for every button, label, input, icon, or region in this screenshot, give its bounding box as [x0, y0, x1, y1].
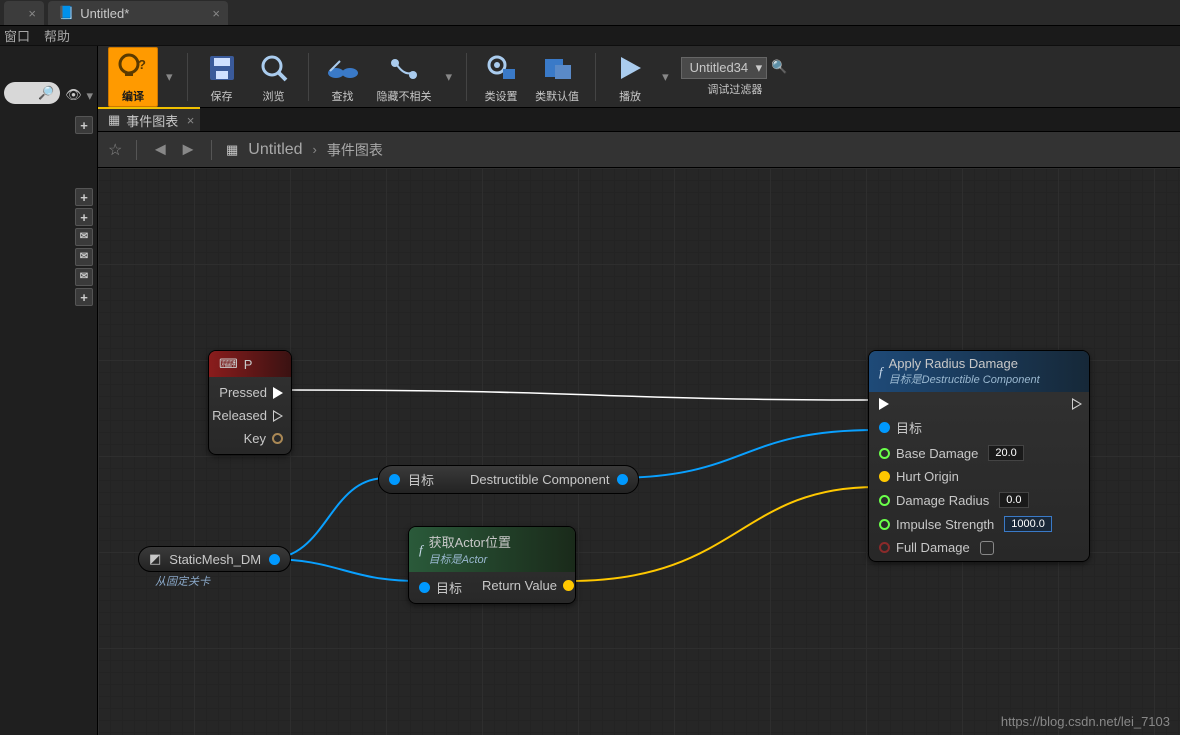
nav-forward-button[interactable]: ► [179, 139, 197, 160]
menu-window[interactable]: 窗口 [4, 26, 30, 45]
play-dropdown[interactable]: ▾ [658, 69, 673, 85]
keyboard-icon: ⌨ [219, 356, 238, 372]
node-variable-ref[interactable]: ◩ StaticMesh_DM 从固定关卡 [138, 546, 291, 572]
graph-icon: ▦ [108, 112, 120, 128]
mail-button[interactable]: ✉ [75, 268, 93, 286]
pin-output[interactable] [269, 554, 280, 565]
favorite-icon[interactable]: ☆ [108, 140, 122, 160]
add-button[interactable]: + [75, 208, 93, 226]
book-icon: 📘 [58, 5, 74, 21]
node-destructible-component[interactable]: 目标 Destructible Component [378, 465, 639, 494]
breadcrumb-current[interactable]: 事件图表 [327, 140, 383, 160]
pin-target[interactable]: 目标 [419, 578, 462, 597]
pin-hurt-origin[interactable]: Hurt Origin [879, 469, 1052, 484]
function-icon: f [879, 364, 883, 380]
compile-dropdown[interactable]: ▾ [162, 69, 177, 85]
add-button[interactable]: + [75, 188, 93, 206]
node-apply-radius-damage[interactable]: f Apply Radius Damage 目标是Destructible Co… [868, 350, 1090, 562]
pin-target[interactable]: 目标 [879, 418, 1052, 437]
component-icon: ◩ [149, 551, 161, 567]
close-icon[interactable]: × [212, 6, 220, 21]
pin-impulse-strength[interactable]: Impulse Strength1000.0 [879, 516, 1052, 532]
find-button[interactable]: 查找 [319, 48, 367, 106]
function-icon: f [419, 542, 423, 558]
event-graph-canvas[interactable]: ⌨P Pressed Released Key ◩ StaticMesh_DM … [98, 168, 1180, 735]
pin-base-damage[interactable]: Base Damage20.0 [879, 445, 1052, 461]
debug-filter-select[interactable]: Untitled34 [681, 57, 768, 79]
svg-text:?: ? [138, 57, 146, 72]
mail-button[interactable]: ✉ [75, 228, 93, 246]
play-button[interactable]: 播放 [606, 48, 654, 106]
browse-button[interactable]: 浏览 [250, 48, 298, 106]
watermark: https://blog.csdn.net/lei_7103 [1001, 714, 1170, 729]
pin-damage-radius[interactable]: Damage Radius0.0 [879, 492, 1052, 508]
pin-exec-in[interactable] [879, 398, 1052, 410]
visibility-button[interactable]: 👁 [64, 86, 82, 104]
chevron-down-icon[interactable]: ▾ [86, 88, 93, 104]
pin-released[interactable]: Released [212, 408, 283, 423]
hide-dropdown[interactable]: ▾ [442, 69, 457, 85]
pin-target[interactable] [389, 474, 400, 485]
document-tab[interactable]: 📘 Untitled* × [48, 1, 228, 25]
breadcrumb-bar: ☆ ◄ ► ▦ Untitled › 事件图表 [98, 132, 1180, 168]
add-button[interactable]: + [75, 116, 93, 134]
main-tab[interactable]: × [4, 1, 44, 25]
search-icon[interactable]: 🔍 [771, 59, 789, 77]
hide-unrelated-button[interactable]: 隐藏不相关 [371, 48, 438, 106]
pin-exec-out[interactable] [1072, 398, 1082, 410]
tab-event-graph[interactable]: ▦ 事件图表 × [98, 107, 200, 131]
debug-filter-label: 调试过滤器 [707, 81, 762, 97]
node-input-key[interactable]: ⌨P Pressed Released Key [208, 350, 292, 455]
add-button[interactable]: + [75, 288, 93, 306]
class-defaults-button[interactable]: 类默认值 [529, 48, 585, 106]
mail-button[interactable]: ✉ [75, 248, 93, 266]
breadcrumb-root[interactable]: Untitled [248, 141, 302, 159]
close-icon[interactable]: × [28, 6, 36, 21]
pin-full-damage[interactable]: Full Damage [879, 540, 1052, 555]
search-input[interactable]: 🔎 [4, 82, 60, 104]
left-panel: 🔎 👁 ▾ + + + ✉ ✉ ✉ + [0, 46, 98, 735]
compile-button[interactable]: ? 编译 [108, 47, 158, 107]
toolbar: ? 编译 ▾ 保存 浏览 查找 隐藏不相关 ▾ [98, 46, 1180, 108]
pin-return-value[interactable]: Return Value [482, 578, 574, 593]
chevron-right-icon: › [313, 142, 317, 157]
pin-pressed[interactable]: Pressed [219, 385, 283, 400]
search-icon: 🔎 [38, 85, 54, 101]
node-get-actor-location[interactable]: f 获取Actor位置 目标是Actor 目标 Return Value [408, 526, 576, 604]
nav-back-button[interactable]: ◄ [151, 139, 169, 160]
pin-key[interactable]: Key [244, 431, 283, 446]
save-button[interactable]: 保存 [198, 48, 246, 106]
document-title: Untitled* [80, 6, 129, 21]
close-icon[interactable]: × [187, 113, 195, 128]
class-settings-button[interactable]: 类设置 [477, 48, 525, 106]
menu-bar: 窗口 帮助 [0, 26, 1180, 46]
pin-output[interactable] [617, 474, 628, 485]
menu-help[interactable]: 帮助 [44, 26, 70, 45]
graph-icon: ▦ [226, 142, 238, 158]
app-tab-bar: × 📘 Untitled* × [0, 0, 1180, 26]
graph-tab-bar: ▦ 事件图表 × [98, 108, 1180, 132]
